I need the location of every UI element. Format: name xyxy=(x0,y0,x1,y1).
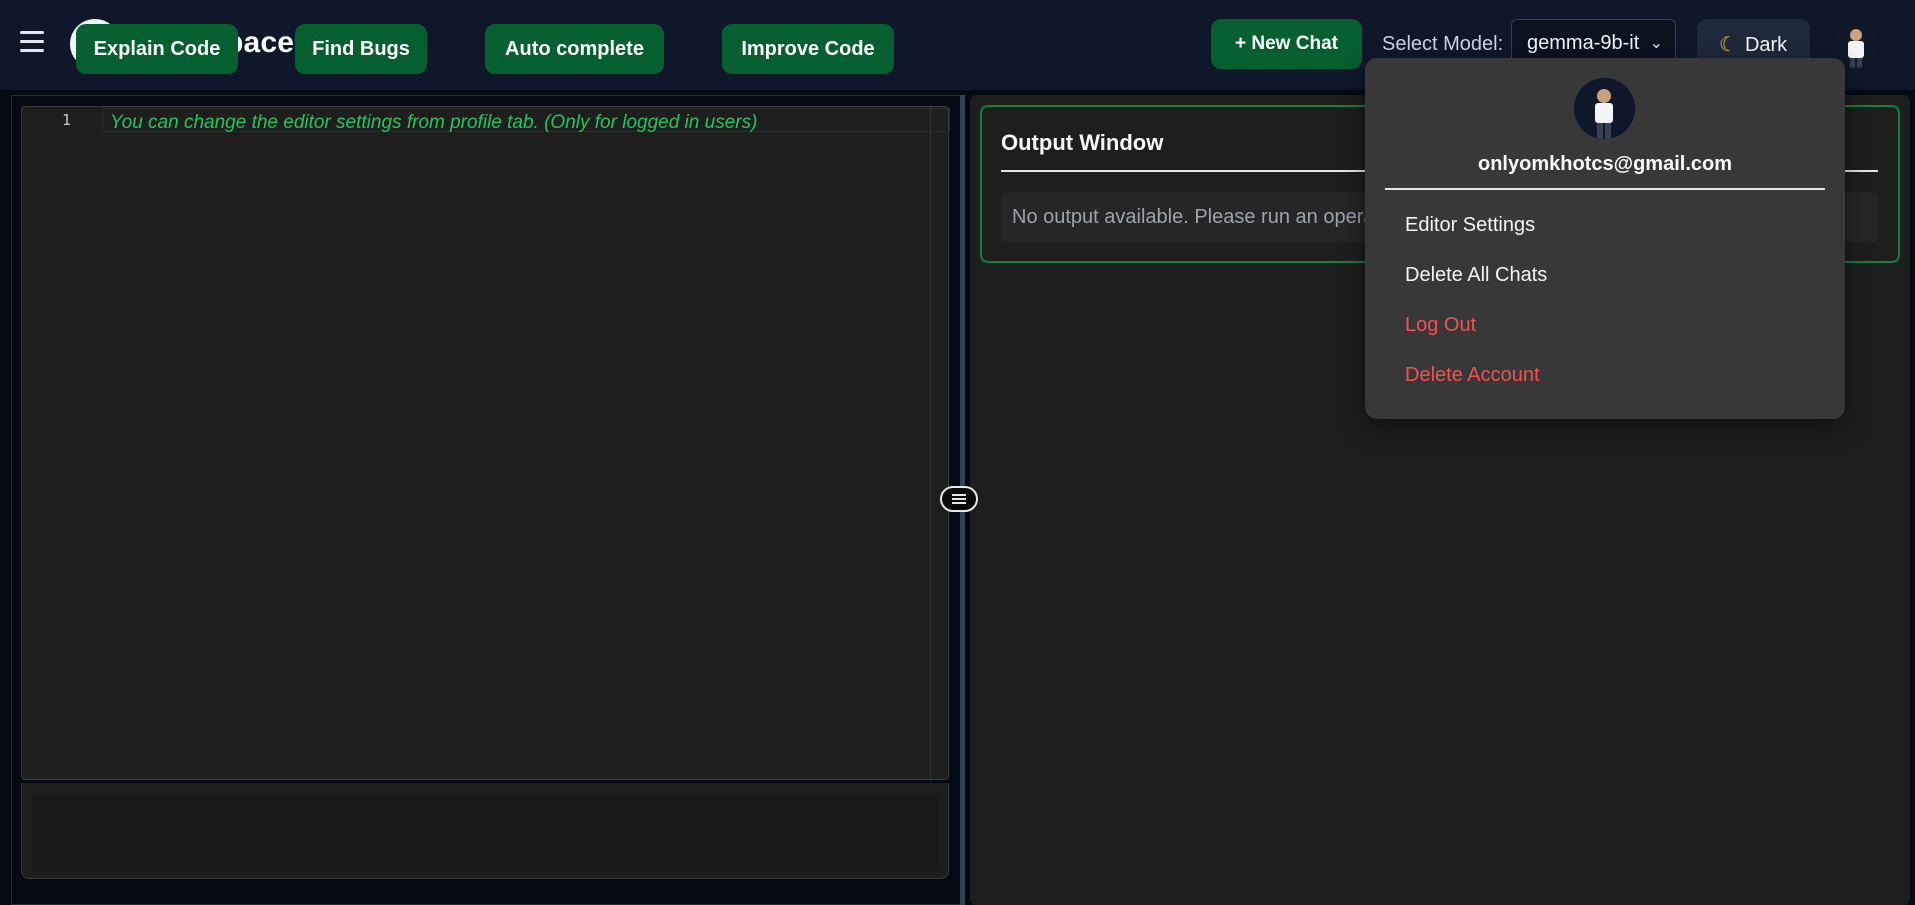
delete-account-item[interactable]: Delete Account xyxy=(1405,364,1540,387)
profile-divider xyxy=(1385,188,1825,190)
find-bugs-button[interactable]: Find Bugs xyxy=(295,24,427,74)
action-bar xyxy=(21,783,949,879)
profile-dropdown: onlyomkhotcs@gmail.com Editor Settings D… xyxy=(1365,58,1845,419)
auto-complete-button[interactable]: Auto complete xyxy=(485,24,664,74)
menu-icon[interactable] xyxy=(20,31,44,55)
editor-settings-item[interactable]: Editor Settings xyxy=(1405,214,1535,237)
explain-code-button[interactable]: Explain Code xyxy=(76,24,238,74)
drag-handle-icon[interactable] xyxy=(940,486,978,512)
improve-code-button[interactable]: Improve Code xyxy=(722,24,894,74)
profile-email: onlyomkhotcs@gmail.com xyxy=(1478,153,1732,175)
log-out-item[interactable]: Log Out xyxy=(1405,314,1476,337)
moon-icon: ☾ xyxy=(1719,34,1737,56)
theme-label: Dark xyxy=(1744,34,1788,56)
delete-all-chats-item[interactable]: Delete All Chats xyxy=(1405,264,1547,287)
model-selected-value: gemma-9b-it xyxy=(1527,32,1640,54)
chevron-down-icon: ⌄ xyxy=(1649,35,1663,52)
model-label: Select Model: xyxy=(1382,33,1504,55)
new-chat-button[interactable]: + New Chat xyxy=(1211,19,1362,69)
editor-placeholder: You can change the editor settings from … xyxy=(110,112,758,133)
code-editor[interactable]: 1 You can change the editor settings fro… xyxy=(21,106,950,781)
line-number: 1 xyxy=(62,111,72,129)
output-title: Output Window xyxy=(1001,130,1164,155)
profile-avatar xyxy=(1574,78,1635,139)
editor-scrollbar[interactable] xyxy=(930,107,931,781)
action-bar-inner xyxy=(32,795,938,871)
